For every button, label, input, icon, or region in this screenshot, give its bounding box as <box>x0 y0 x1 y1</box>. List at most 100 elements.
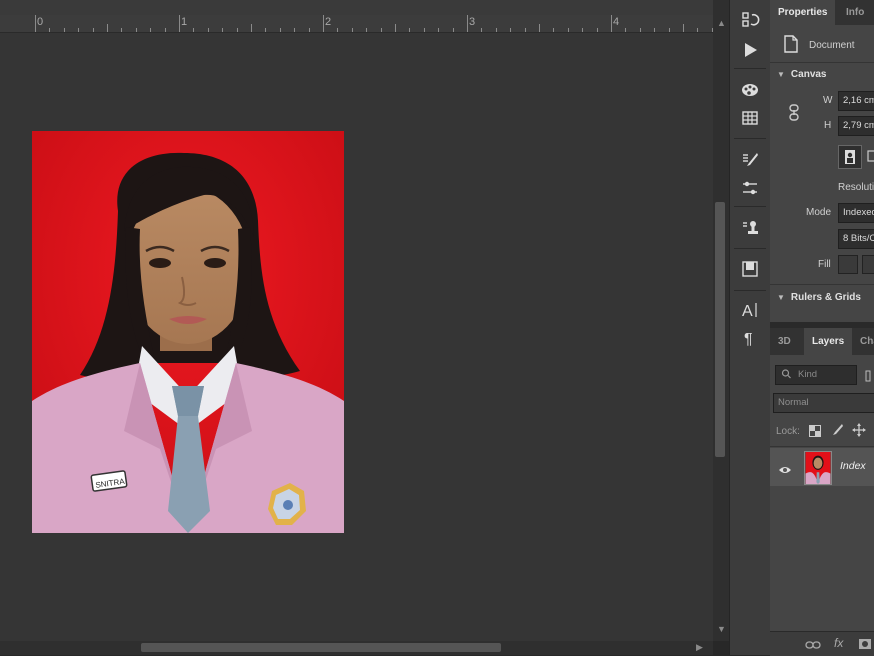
layer-row-index[interactable]: Index <box>770 448 874 486</box>
ruler-minor-tick <box>597 28 598 32</box>
ruler-minor-tick <box>237 28 238 32</box>
rulers-grids-section-title: Rulers & Grids <box>790 292 861 303</box>
ruler-minor-tick <box>611 24 612 32</box>
ruler-minor-tick <box>697 28 698 32</box>
ruler-minor-tick <box>625 28 626 32</box>
passport-photo-image[interactable]: SNITRA <box>32 131 344 533</box>
layer-kind-filter[interactable]: Kind <box>775 365 857 385</box>
landscape-orientation-button[interactable] <box>866 145 874 167</box>
ruler-minor-tick <box>337 28 338 32</box>
ruler-minor-tick <box>78 28 79 32</box>
ruler-minor-tick <box>640 28 641 32</box>
ruler-minor-tick <box>481 28 482 32</box>
layer-thumbnail <box>804 451 832 485</box>
right-panel: Properties Info Document ▼ Canvas W 2,16 … <box>770 0 874 656</box>
ruler-minor-tick <box>35 24 36 32</box>
ruler-minor-tick <box>323 24 324 32</box>
character-icon[interactable]: A <box>736 298 764 322</box>
ruler-minor-tick <box>179 24 180 32</box>
ruler-minor-tick <box>553 28 554 32</box>
tab-properties[interactable]: Properties <box>770 0 836 25</box>
ruler-minor-tick <box>294 28 295 32</box>
ruler-minor-tick <box>496 28 497 32</box>
ruler-minor-tick <box>280 28 281 32</box>
canvas-section-header[interactable]: ▼ Canvas <box>770 69 874 80</box>
horizontal-scroll-thumb[interactable] <box>141 643 501 652</box>
ruler-label: 0 <box>37 16 44 28</box>
mode-label: Mode <box>806 207 832 218</box>
ruler-minor-tick <box>136 28 137 32</box>
canvas-section-title: Canvas <box>790 69 827 80</box>
fill-color-swatch[interactable] <box>838 255 858 274</box>
search-icon <box>781 367 791 384</box>
ruler-minor-tick <box>409 28 410 32</box>
link-proportions-icon[interactable] <box>788 104 800 122</box>
resolution-label: Resolution <box>838 182 874 193</box>
adjustments-icon[interactable] <box>736 176 764 200</box>
filter-pixel-icon[interactable] <box>865 369 871 382</box>
clone-source-icon[interactable] <box>736 216 764 240</box>
brush-presets-icon[interactable] <box>736 148 764 172</box>
play-actions-icon[interactable] <box>736 38 764 62</box>
ruler-minor-tick <box>438 28 439 32</box>
chevron-down-icon: ▼ <box>777 293 785 302</box>
svg-text:¶: ¶ <box>744 331 753 348</box>
mode-select[interactable]: Indexed <box>838 203 874 223</box>
rulers-grids-section-header[interactable]: ▼ Rulers & Grids <box>770 292 874 303</box>
ruler-minor-tick <box>395 24 396 32</box>
color-palette-icon[interactable] <box>736 78 764 102</box>
tab-info[interactable]: Info <box>838 0 872 25</box>
ruler-minor-tick <box>669 28 670 32</box>
document-icon <box>782 34 800 54</box>
ruler-minor-tick <box>352 28 353 32</box>
link-icon[interactable] <box>805 638 821 650</box>
ruler-minor-tick <box>208 28 209 32</box>
tab-channels[interactable]: Channels <box>852 328 874 355</box>
tab-3d[interactable]: 3D <box>770 328 799 355</box>
history-icon[interactable] <box>736 8 764 32</box>
ruler-minor-tick <box>251 24 252 32</box>
ruler-label: 3 <box>469 16 476 28</box>
layers-tab-bar: 3D Layers Channels <box>770 328 874 355</box>
chevron-down-icon: ▼ <box>777 70 785 79</box>
lock-position-move-icon[interactable] <box>852 423 866 437</box>
ruler-minor-tick <box>121 28 122 32</box>
width-field[interactable]: 2,16 cm <box>838 91 874 111</box>
height-field[interactable]: 2,79 cm <box>838 116 874 136</box>
mask-icon[interactable] <box>858 637 872 651</box>
lock-image-brush-icon[interactable] <box>830 423 844 437</box>
paragraph-icon[interactable]: ¶ <box>736 326 764 350</box>
ruler-minor-tick <box>64 28 65 32</box>
scroll-down-arrow-icon[interactable]: ▼ <box>717 624 726 634</box>
ruler-minor-tick <box>654 28 655 32</box>
glyphs-panel-icon[interactable] <box>736 257 764 281</box>
scroll-up-arrow-icon[interactable]: ▲ <box>717 18 726 28</box>
document-label: Document <box>809 40 855 51</box>
eye-visibility-icon[interactable] <box>778 462 792 473</box>
bit-depth-select[interactable]: 8 Bits/Channel <box>838 229 874 249</box>
ruler-minor-tick <box>453 28 454 32</box>
ruler-minor-tick <box>49 28 50 32</box>
swatches-grid-icon[interactable] <box>736 106 764 130</box>
lock-transparency-icon[interactable] <box>809 424 821 437</box>
ruler-minor-tick <box>265 28 266 32</box>
layers-bottom-toolbar: fx <box>770 631 874 656</box>
ruler-minor-tick <box>222 28 223 32</box>
ruler-minor-tick <box>683 24 684 32</box>
portrait-orientation-button[interactable] <box>838 145 862 169</box>
ruler-label: 2 <box>325 16 332 28</box>
kind-placeholder: Kind <box>798 369 818 380</box>
ruler-minor-tick <box>107 24 108 32</box>
fill-menu-button[interactable] <box>862 255 874 274</box>
ruler-label: 4 <box>613 16 620 28</box>
svg-text:A: A <box>742 303 753 320</box>
fx-icon[interactable]: fx <box>834 636 843 650</box>
ruler-minor-tick <box>510 28 511 32</box>
vertical-scroll-thumb[interactable] <box>715 202 725 457</box>
ruler-minor-tick <box>150 28 151 32</box>
scroll-right-arrow-icon[interactable]: ▶ <box>696 642 703 653</box>
blend-mode-select[interactable]: Normal <box>773 393 874 413</box>
horizontal-ruler[interactable]: 0 1 2 3 4 <box>0 15 713 33</box>
ruler-label: 1 <box>181 16 188 28</box>
tab-layers[interactable]: Layers <box>804 328 853 355</box>
